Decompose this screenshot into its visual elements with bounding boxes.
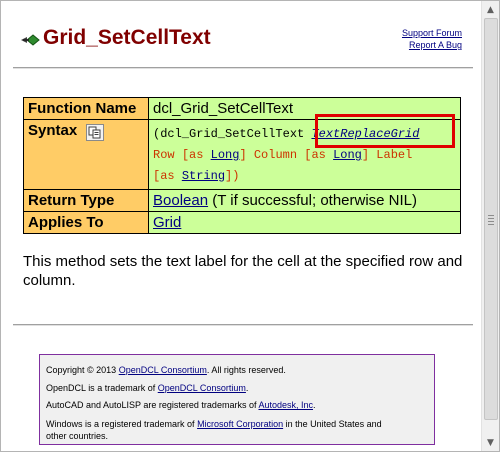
green-diamond-arrow-icon bbox=[21, 34, 40, 46]
syntax-close-3: ]) bbox=[225, 169, 240, 183]
scroll-up-arrow-icon[interactable]: ▲ bbox=[482, 1, 499, 18]
help-page: Grid_SetCellText Support Forum Report A … bbox=[0, 0, 500, 452]
syntax-arg-object[interactable]: TextReplaceGrid bbox=[311, 127, 419, 141]
syntax-param-row: Row bbox=[153, 148, 175, 162]
footer-text: . All rights reserved. bbox=[206, 365, 286, 375]
footer-text: Windows is a registered trademark of bbox=[46, 418, 198, 429]
footer-text: other countries. bbox=[46, 430, 109, 441]
return-type-value: Boolean (T if successful; otherwise NIL) bbox=[148, 189, 461, 212]
syntax-type-string[interactable]: String bbox=[182, 169, 225, 183]
applies-to-row: Applies To Grid bbox=[23, 211, 461, 234]
footer-text: AutoCAD and AutoLISP are registered trad… bbox=[46, 400, 259, 410]
applies-to-label: Applies To bbox=[23, 211, 149, 234]
autodesk-link[interactable]: Autodesk, Inc bbox=[258, 400, 313, 410]
grip-icon bbox=[488, 215, 494, 227]
return-type-row: Return Type Boolean (T if successful; ot… bbox=[23, 189, 461, 212]
applies-to-value: Grid bbox=[148, 211, 461, 234]
scrollbar-thumb[interactable] bbox=[484, 18, 498, 420]
method-description: This method sets the text label for the … bbox=[23, 253, 463, 289]
grid-link[interactable]: Grid bbox=[153, 214, 181, 231]
syntax-param-label: Label bbox=[376, 148, 413, 162]
footer-text: Copyright © 2013 bbox=[46, 365, 119, 375]
function-name-row: Function Name dcl_Grid_SetCellText bbox=[23, 97, 461, 120]
syntax-as-2: [as bbox=[304, 148, 334, 162]
footer-text: OpenDCL is a trademark of bbox=[46, 382, 158, 393]
function-name-value: dcl_Grid_SetCellText bbox=[148, 97, 461, 120]
return-type-label: Return Type bbox=[23, 189, 149, 212]
footer-text: . bbox=[245, 382, 249, 393]
bottom-divider bbox=[13, 324, 473, 326]
header-links: Support Forum Report A Bug bbox=[402, 27, 462, 51]
support-forum-link[interactable]: Support Forum bbox=[402, 27, 462, 39]
syntax-close-1: ] bbox=[239, 148, 247, 162]
syntax-close-2: ] bbox=[361, 148, 370, 162]
microsoft-link[interactable]: Microsoft Corporation bbox=[197, 419, 283, 429]
syntax-type-long-1[interactable]: Long bbox=[211, 148, 240, 162]
function-name-label: Function Name bbox=[23, 97, 149, 120]
footer-box: Copyright © 2013 OpenDCL Consortium. All… bbox=[39, 354, 435, 445]
scroll-down-arrow-icon[interactable]: ▼ bbox=[482, 434, 499, 451]
page-title: Grid_SetCellText bbox=[43, 26, 211, 49]
footer-trademark-microsoft: Windows is a registered trademark of Mic… bbox=[46, 418, 428, 442]
syntax-value: (dcl_Grid_SetCellText TextReplaceGrid Row… bbox=[148, 119, 461, 190]
footer-trademark-opendcl: OpenDCL is a trademark of OpenDCL Consor… bbox=[46, 380, 428, 398]
report-bug-link[interactable]: Report A Bug bbox=[402, 39, 462, 51]
footer-trademark-autodesk: AutoCAD and AutoLISP are registered trad… bbox=[46, 397, 428, 415]
syntax-as-3: [as bbox=[153, 169, 182, 183]
syntax-label-cell: Syntax bbox=[23, 119, 149, 190]
syntax-as-1: [as bbox=[181, 148, 211, 162]
syntax-type-long-2[interactable]: Long bbox=[333, 148, 362, 162]
opendcl-consortium-link[interactable]: OpenDCL Consortium bbox=[119, 365, 207, 375]
footer-text: in the United States and bbox=[283, 418, 382, 429]
footer-copyright: Copyright © 2013 OpenDCL Consortium. All… bbox=[46, 362, 428, 380]
syntax-row: Syntax (dcl_Grid_SetCellText TextReplace… bbox=[23, 119, 461, 190]
copy-icon bbox=[88, 126, 101, 139]
syntax-open: (dcl_Grid_SetCellText bbox=[153, 127, 312, 141]
syntax-param-column: Column bbox=[253, 148, 298, 162]
return-type-note: (T if successful; otherwise NIL) bbox=[208, 192, 418, 209]
vertical-scrollbar[interactable]: ▲ ▼ bbox=[481, 1, 499, 451]
top-divider bbox=[13, 67, 473, 69]
boolean-link[interactable]: Boolean bbox=[153, 192, 208, 209]
opendcl-consortium-link[interactable]: OpenDCL Consortium bbox=[158, 383, 246, 393]
function-table: Function Name dcl_Grid_SetCellText Synta… bbox=[23, 97, 461, 234]
footer-text: . bbox=[313, 400, 316, 410]
copy-syntax-button[interactable] bbox=[86, 124, 104, 141]
syntax-label: Syntax bbox=[28, 122, 78, 139]
